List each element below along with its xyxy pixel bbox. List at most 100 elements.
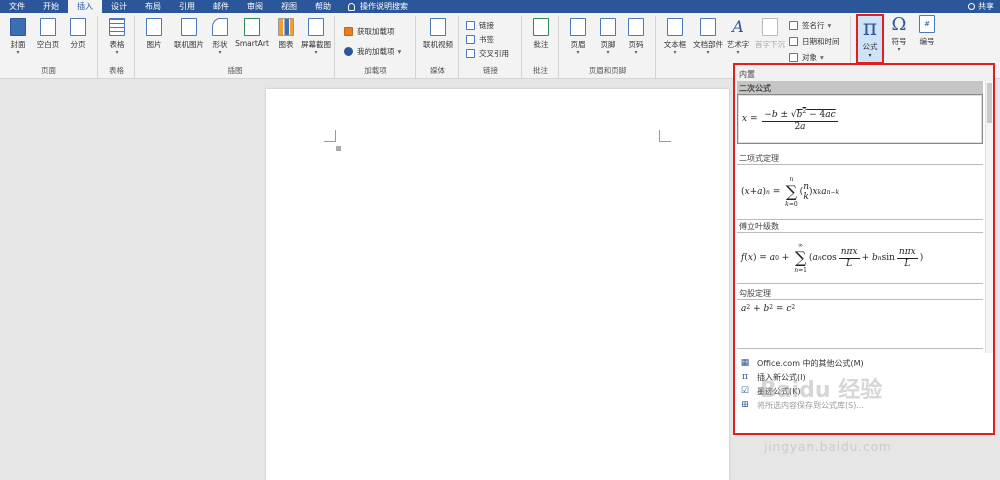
- video-icon: [430, 18, 446, 36]
- comment-icon: [533, 18, 549, 36]
- watermark-logo: Baidu 经验: [760, 378, 883, 403]
- tell-me-search[interactable]: 操作说明搜索: [348, 1, 408, 12]
- more-equations-office-menu-item[interactable]: ▦ Office.com 中的其他公式(M): [737, 356, 991, 370]
- signature-icon: [789, 21, 798, 30]
- footer-icon: [600, 18, 616, 36]
- equation-title: 二项式定理: [739, 154, 779, 163]
- chevron-down-icon: ▾: [115, 49, 119, 56]
- page-number-icon: [628, 18, 644, 36]
- comment-button[interactable]: 批注: [529, 18, 553, 50]
- chevron-down-icon: ▾: [868, 52, 872, 59]
- smartart-button[interactable]: SmartArt: [234, 18, 270, 48]
- shapes-button[interactable]: 形状 ▾: [208, 18, 232, 56]
- bookmark-icon: [466, 35, 475, 44]
- equation-preview: f(x) = a0 + ∞ ∑ n=1(a n cos nπx L + b n sin nπx L): [737, 232, 983, 284]
- chart-icon: [278, 18, 294, 36]
- screenshot-button[interactable]: 屏幕截图 ▾: [300, 18, 332, 56]
- bookmark-button[interactable]: 书签: [466, 34, 494, 45]
- page-number-button[interactable]: 页码 ▾: [624, 18, 648, 56]
- online-picture-icon: [181, 18, 197, 36]
- online-video-button[interactable]: 联机视频: [423, 18, 453, 50]
- chevron-down-icon: ▾: [820, 53, 824, 62]
- equation-item-fourier[interactable]: 傅立叶级数 f(x) = a0 + ∞ ∑ n=1(a n cos nπx L + b n sin…: [737, 219, 983, 284]
- equation-preview: a2 + b2 = c2: [737, 299, 983, 349]
- link-icon: [466, 21, 475, 30]
- object-button[interactable]: 对象 ▾: [789, 52, 824, 63]
- equation-item-pythagorean[interactable]: 勾股定理 a2 + b2 = c2: [737, 286, 983, 349]
- margin-corner-top-right: [659, 130, 671, 142]
- tab-review[interactable]: 审阅: [238, 0, 272, 13]
- equation-preview: (x + a) n = n ∑ k=0(n k) x k a n−k: [737, 164, 983, 220]
- table-button[interactable]: 表格 ▾: [105, 18, 129, 56]
- tab-help[interactable]: 帮助: [306, 0, 340, 13]
- menu-item-label: Office.com 中的其他公式(M): [757, 358, 864, 368]
- tab-home[interactable]: 开始: [34, 0, 68, 13]
- cover-page-button[interactable]: 封面 ▾: [6, 18, 30, 56]
- link-label: 链接: [479, 21, 494, 30]
- footer-button[interactable]: 页脚 ▾: [596, 18, 620, 56]
- chevron-down-icon: ▾: [397, 47, 402, 56]
- tab-view[interactable]: 视图: [272, 0, 306, 13]
- pictures-button[interactable]: 图片: [142, 18, 166, 50]
- signature-line-button[interactable]: 签名行 ▾: [789, 20, 831, 31]
- page-break-button[interactable]: 分页: [66, 18, 90, 50]
- tab-file[interactable]: 文件: [0, 0, 34, 13]
- quick-parts-icon: [700, 18, 716, 36]
- equation-button[interactable]: π 公式 ▾: [856, 14, 884, 64]
- ribbon-tab-bar: 文件 开始 插入 设计 布局 引用 邮件 审阅 视图 帮助 操作说明搜索 共享: [0, 0, 1000, 13]
- comment-label: 批注: [533, 40, 549, 49]
- chevron-down-icon: ▾: [827, 21, 832, 30]
- textbox-button[interactable]: 文本框 ▾: [661, 18, 689, 56]
- share-button[interactable]: 共享: [968, 0, 994, 13]
- chevron-down-icon: ▾: [16, 49, 20, 56]
- tab-insert[interactable]: 插入: [68, 0, 102, 13]
- group-label-addins: 加载项: [364, 66, 387, 75]
- addins-icon: [344, 47, 353, 56]
- blank-page-button[interactable]: 空白页: [36, 18, 60, 50]
- share-label: 共享: [978, 2, 994, 11]
- my-addins-button[interactable]: 我的加载项 ▾: [344, 46, 401, 57]
- document-page[interactable]: [266, 89, 729, 480]
- paste-options-icon[interactable]: [336, 146, 341, 151]
- wordart-button[interactable]: A 艺术字 ▾: [725, 18, 751, 56]
- tab-design[interactable]: 设计: [102, 0, 136, 13]
- store-icon: [344, 27, 353, 36]
- cross-reference-button[interactable]: 交叉引用: [466, 48, 509, 59]
- equation-item-binomial[interactable]: 二项式定理 (x + a) n = n ∑ k=0(n k) x k a n−k: [737, 151, 983, 220]
- tab-layout[interactable]: 布局: [136, 0, 170, 13]
- date-time-button[interactable]: 日期和时间: [789, 36, 840, 47]
- chevron-down-icon: ▾: [673, 49, 677, 56]
- online-video-label: 联机视频: [423, 40, 453, 49]
- watermark-url: jingyan.baidu.com: [764, 440, 892, 454]
- get-addins-button[interactable]: 获取加载项: [344, 26, 395, 37]
- tab-mailings[interactable]: 邮件: [204, 0, 238, 13]
- person-icon: [968, 3, 975, 10]
- gallery-scrollbar[interactable]: [985, 81, 993, 353]
- picture-icon: [146, 18, 162, 36]
- group-header-footer: 页眉 ▾ 页脚 ▾ 页码 ▾ 页眉和页脚: [560, 16, 656, 78]
- equation-item-quadratic[interactable]: 二次公式 x = −b ± √b2 − 4ac 2a: [737, 81, 983, 144]
- group-label-illustrations: 插图: [227, 66, 243, 75]
- chevron-down-icon: ▾: [897, 46, 901, 53]
- quick-parts-button[interactable]: 文档部件 ▾: [693, 18, 723, 56]
- online-pictures-button[interactable]: 联机图片: [174, 18, 204, 50]
- pictures-label: 图片: [146, 40, 162, 49]
- online-pictures-label: 联机图片: [174, 40, 204, 49]
- header-icon: [570, 18, 586, 36]
- group-pages: 封面 ▾ 空白页 分页 页面: [0, 16, 98, 78]
- smartart-label: SmartArt: [235, 39, 269, 48]
- bookmark-label: 书签: [479, 35, 494, 44]
- tab-references[interactable]: 引用: [170, 0, 204, 13]
- number-button[interactable]: # 编号: [914, 15, 940, 47]
- chart-button[interactable]: 图表: [274, 18, 298, 50]
- symbol-button[interactable]: Ω 符号 ▾: [886, 15, 912, 53]
- equation-title: 二次公式: [737, 81, 983, 94]
- scrollbar-thumb[interactable]: [987, 83, 992, 123]
- blank-page-icon: [40, 18, 56, 36]
- page-break-icon: [70, 18, 86, 36]
- header-button[interactable]: 页眉 ▾: [566, 18, 590, 56]
- link-button[interactable]: 链接: [466, 20, 494, 31]
- tell-me-label: 操作说明搜索: [360, 2, 408, 11]
- get-addins-label: 获取加载项: [357, 27, 395, 36]
- equation-label: 公式: [862, 42, 878, 51]
